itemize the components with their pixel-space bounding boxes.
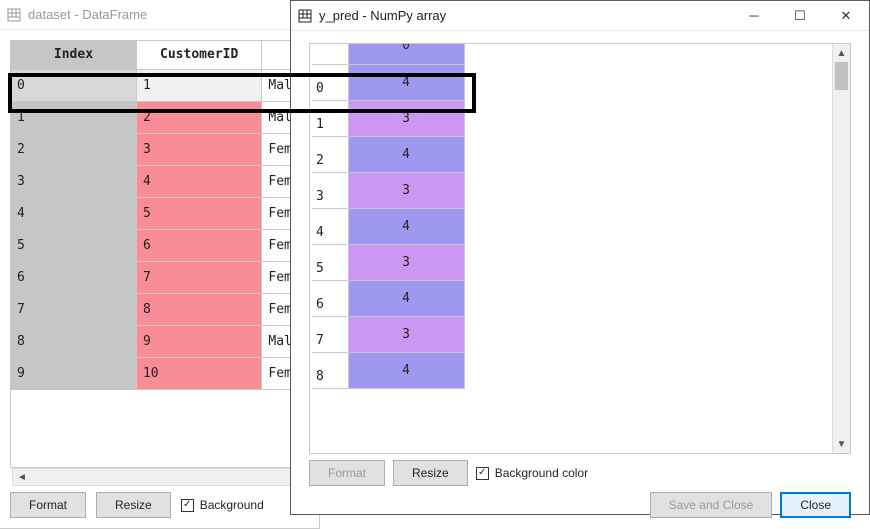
window-titlebar-ypred: y_pred - NumPy array ─ ☐ ✕ <box>291 1 869 31</box>
dataframe-table[interactable]: Index CustomerID 01Male12Male23Fema34Fem… <box>10 40 309 468</box>
table-row[interactable]: 53 <box>312 244 464 280</box>
table-row[interactable]: 23Fema <box>11 133 308 165</box>
close-button[interactable]: Close <box>780 492 851 518</box>
cell-index <box>312 43 348 64</box>
table-row[interactable]: 45Fema <box>11 197 308 229</box>
cell-customerid: 2 <box>136 101 261 133</box>
cell-customerid: 7 <box>136 261 261 293</box>
format-button[interactable]: Format <box>309 460 385 486</box>
table-icon <box>6 7 22 23</box>
table-row[interactable]: 44 <box>312 208 464 244</box>
cell-customerid: 5 <box>136 197 261 229</box>
cell-value: 3 <box>348 316 464 352</box>
cell-index: 3 <box>312 172 348 208</box>
cell-index: 8 <box>11 325 136 357</box>
table-row[interactable]: 56Fema <box>11 229 308 261</box>
scroll-left-icon[interactable]: ◄ <box>13 469 31 485</box>
cell-index: 5 <box>11 229 136 261</box>
cell-index: 4 <box>312 208 348 244</box>
background-checkbox[interactable]: ✓ Background <box>181 498 264 512</box>
table-row[interactable]: 64 <box>312 280 464 316</box>
scroll-thumb[interactable] <box>835 62 848 90</box>
table-row[interactable]: 33 <box>312 172 464 208</box>
cell-value: 4 <box>348 352 464 388</box>
check-icon: ✓ <box>476 467 489 480</box>
cell-index: 0 <box>11 69 136 101</box>
cell-customerid: 9 <box>136 325 261 357</box>
resize-button[interactable]: Resize <box>96 492 171 518</box>
cell-index: 1 <box>312 100 348 136</box>
table-row[interactable]: 67Fema <box>11 261 308 293</box>
background-color-checkbox[interactable]: ✓ Background color <box>476 466 588 480</box>
cell-index: 7 <box>312 316 348 352</box>
format-button[interactable]: Format <box>10 492 86 518</box>
table-row[interactable]: 910Fema <box>11 357 308 389</box>
cell-value: 4 <box>348 208 464 244</box>
window-titlebar-dataset: dataset - DataFrame <box>0 0 319 30</box>
background-label: Background <box>200 498 264 512</box>
cell-index: 1 <box>11 101 136 133</box>
resize-button[interactable]: Resize <box>393 460 468 486</box>
table-row[interactable]: 04 <box>312 64 464 100</box>
cell-value: 3 <box>348 100 464 136</box>
close-window-button[interactable]: ✕ <box>823 1 869 31</box>
footer-toolbar: Format Resize ✓ Background <box>10 490 309 520</box>
cell-customerid: 8 <box>136 293 261 325</box>
cell-value: 4 <box>348 136 464 172</box>
horizontal-scrollbar[interactable]: ◄ ► <box>12 468 307 486</box>
table-row[interactable]: 12Male <box>11 101 308 133</box>
background-color-label: Background color <box>495 466 588 480</box>
cell-value: 0 <box>348 43 464 64</box>
table-row[interactable]: 89Male <box>11 325 308 357</box>
save-and-close-button[interactable]: Save and Close <box>650 492 773 518</box>
table-row[interactable]: 01Male <box>11 69 308 101</box>
scroll-down-icon[interactable]: ▼ <box>833 435 850 453</box>
cell-customerid: 3 <box>136 133 261 165</box>
maximize-button[interactable]: ☐ <box>777 1 823 31</box>
cell-index: 6 <box>312 280 348 316</box>
cell-index: 0 <box>312 64 348 100</box>
table-row[interactable]: 13 <box>312 100 464 136</box>
cell-index: 8 <box>312 352 348 388</box>
vertical-scrollbar[interactable]: ▲ ▼ <box>832 44 850 453</box>
numpy-table[interactable]: 0041324334453647384 ▲ ▼ <box>309 43 851 454</box>
scroll-up-icon[interactable]: ▲ <box>833 44 850 62</box>
col-header-index[interactable]: Index <box>11 41 136 69</box>
cell-customerid: 4 <box>136 165 261 197</box>
table-row[interactable]: 84 <box>312 352 464 388</box>
minimize-button[interactable]: ─ <box>731 1 777 31</box>
table-row[interactable]: 73 <box>312 316 464 352</box>
cell-value: 4 <box>348 280 464 316</box>
table-row[interactable]: 0 <box>312 43 464 64</box>
col-header-customerid[interactable]: CustomerID <box>136 41 261 69</box>
cell-index: 6 <box>11 261 136 293</box>
cell-index: 2 <box>11 133 136 165</box>
window-title: y_pred - NumPy array <box>319 8 446 23</box>
table-row[interactable]: 78Fema <box>11 293 308 325</box>
cell-index: 7 <box>11 293 136 325</box>
cell-value: 3 <box>348 244 464 280</box>
table-row[interactable]: 34Fema <box>11 165 308 197</box>
cell-index: 9 <box>11 357 136 389</box>
window-title: dataset - DataFrame <box>28 7 147 22</box>
cell-index: 4 <box>11 197 136 229</box>
cell-customerid: 6 <box>136 229 261 261</box>
cell-customerid: 1 <box>136 69 261 101</box>
table-row[interactable]: 24 <box>312 136 464 172</box>
cell-value: 4 <box>348 64 464 100</box>
cell-customerid: 10 <box>136 357 261 389</box>
cell-index: 5 <box>312 244 348 280</box>
table-icon <box>297 8 313 24</box>
cell-index: 2 <box>312 136 348 172</box>
check-icon: ✓ <box>181 499 194 512</box>
cell-value: 3 <box>348 172 464 208</box>
header-row: Index CustomerID <box>11 41 308 69</box>
cell-index: 3 <box>11 165 136 197</box>
